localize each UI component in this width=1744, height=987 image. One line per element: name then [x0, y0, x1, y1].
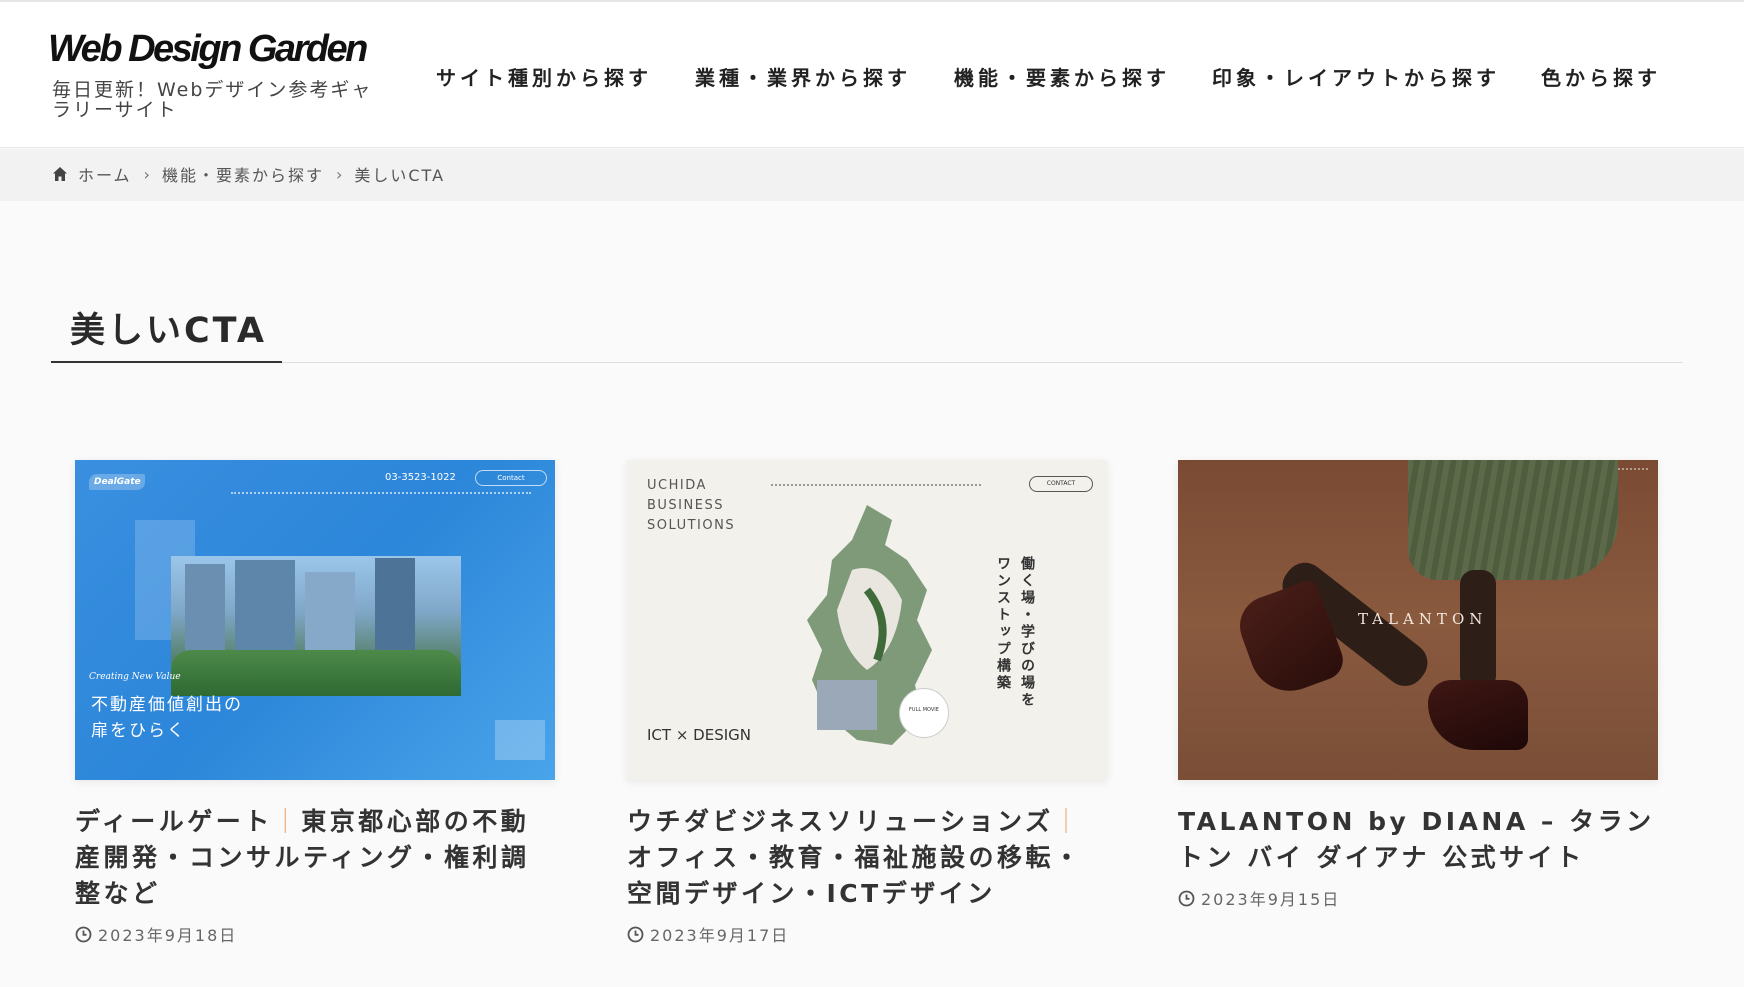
breadcrumb-separator: › [335, 164, 343, 184]
post-title-part: ディールゲート [75, 807, 273, 836]
post-title-part: TALANTON by DIANA – タラントン バイ ダイアナ 公式サイト [1178, 807, 1655, 872]
breadcrumb: ホーム › 機能・要素から探す › 美しいCTA [0, 149, 1744, 201]
post-title-part: オフィス・教育・福祉施設の移転・空間デザイン・ICTデザイン [627, 843, 1083, 908]
thumb-skirt [1408, 460, 1618, 580]
site-header: Web Design Garden 毎日更新！Webデザイン参考ギャラリーサイト… [0, 2, 1744, 148]
thumb-boot [1428, 680, 1528, 750]
clock-icon [1178, 890, 1195, 907]
thumb-contact-button: Contact [475, 470, 547, 486]
post-card[interactable]: TALANTON TALANTON by DIANA – タラントン バイ ダイ… [1178, 460, 1658, 910]
post-title[interactable]: ディールゲート｜東京都心部の不動産開発・コンサルティング・権利調整など [75, 804, 555, 912]
thumb-movie-label: FULL MOVIE [909, 707, 939, 713]
thumb-contact-button: CONTACT [1029, 476, 1093, 492]
post-card[interactable]: DealGate 03-3523-1022 Contact Creating N… [75, 460, 555, 946]
post-thumbnail[interactable]: TALANTON [1178, 460, 1658, 780]
post-thumbnail[interactable]: DealGate 03-3523-1022 Contact Creating N… [75, 460, 555, 780]
thumb-subcopy: Creating New Value [89, 672, 181, 682]
breadcrumb-parent[interactable]: 機能・要素から探す [162, 162, 324, 186]
nav-site-type[interactable]: サイト種別から探す [436, 62, 652, 91]
thumb-trees [171, 650, 461, 696]
thumb-vertical-copy: ワンストップ構築 [995, 556, 1011, 692]
post-date: 2023年9月17日 [627, 922, 1107, 946]
site-tagline: 毎日更新！Webデザイン参考ギャラリーサイト [52, 79, 373, 121]
title-underline-accent [51, 361, 282, 363]
thumb-catchcopy: 不動産価値創出の 扉をひらく [91, 692, 243, 744]
post-title[interactable]: TALANTON by DIANA – タラントン バイ ダイアナ 公式サイト [1178, 804, 1658, 876]
post-title[interactable]: ウチダビジネスソリューションズ｜ オフィス・教育・福祉施設の移転・空間デザイン・I… [627, 804, 1107, 912]
thumb-nav [771, 484, 981, 486]
breadcrumb-separator: › [143, 164, 150, 184]
post-title-part: ウチダビジネスソリューションズ [627, 807, 1054, 836]
thumb-movie-button: FULL MOVIE [899, 688, 949, 738]
thumb-decoration [495, 720, 545, 760]
title-divider-mark: ｜ [1053, 807, 1083, 836]
title-divider [51, 362, 1683, 363]
clock-icon [75, 926, 92, 943]
nav-impression-layout[interactable]: 印象・レイアウトから探す [1212, 62, 1500, 91]
thumb-brand: UCHIDA BUSINESS SOLUTIONS [647, 476, 735, 536]
thumb-ict-label: ICT × DESIGN [647, 726, 751, 744]
post-card[interactable]: UCHIDA BUSINESS SOLUTIONS CONTACT 働く場・学び… [627, 460, 1107, 946]
thumb-phone: 03-3523-1022 [385, 472, 456, 483]
thumb-catch-line: 扉をひらく [91, 721, 186, 741]
nav-function[interactable]: 機能・要素から探す [954, 62, 1170, 91]
clock-icon [627, 926, 644, 943]
page-title: 美しいCTA [70, 311, 267, 351]
thumb-brand: TALANTON [1358, 610, 1488, 628]
post-date-text: 2023年9月18日 [98, 926, 238, 945]
thumb-leg [1460, 570, 1496, 690]
thumb-logo: DealGate [89, 474, 145, 490]
thumb-brand-line: BUSINESS [647, 498, 724, 513]
post-date-text: 2023年9月15日 [1201, 890, 1341, 909]
thumb-brand-line: UCHIDA [647, 478, 707, 493]
breadcrumb-home[interactable]: ホーム [78, 162, 132, 186]
title-divider-mark: ｜ [272, 807, 302, 836]
home-icon[interactable] [52, 166, 68, 182]
thumb-catch-line: 不動産価値創出の [91, 695, 243, 715]
nav-industry[interactable]: 業種・業界から探す [695, 62, 911, 91]
post-date-text: 2023年9月17日 [650, 926, 790, 945]
thumb-vertical-copy: 働く場・学びの場を [1019, 556, 1035, 709]
post-date: 2023年9月15日 [1178, 886, 1658, 910]
nav-color[interactable]: 色から探す [1541, 62, 1661, 91]
breadcrumb-current: 美しいCTA [354, 166, 446, 185]
post-date: 2023年9月18日 [75, 922, 555, 946]
thumb-nav [231, 492, 531, 495]
thumb-brand-line: SOLUTIONS [647, 518, 736, 533]
site-logo[interactable]: Web Design Garden [48, 28, 368, 71]
post-thumbnail[interactable]: UCHIDA BUSINESS SOLUTIONS CONTACT 働く場・学び… [627, 460, 1107, 780]
